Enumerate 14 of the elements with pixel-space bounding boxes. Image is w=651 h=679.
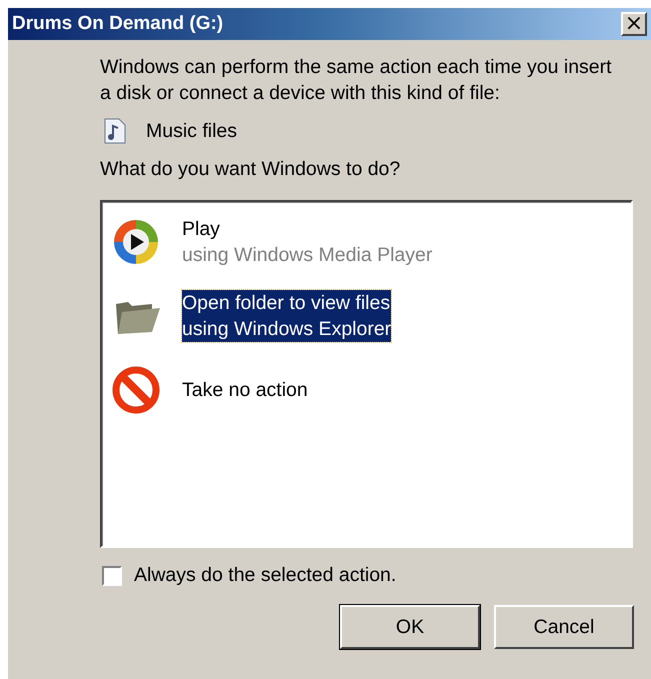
cancel-button[interactable]: Cancel	[494, 605, 634, 649]
intro-text: Windows can perform the same action each time you insert a disk or connect a device with this kind of file:	[100, 55, 613, 106]
action-item[interactable]: Open folder to view files using Windows Explorer	[182, 290, 392, 342]
prohibited-icon	[110, 364, 162, 416]
music-file-icon	[104, 118, 126, 144]
action-item[interactable]: Take no action	[182, 377, 308, 403]
ok-button[interactable]: OK	[340, 605, 480, 649]
close-button[interactable]: ×	[621, 12, 647, 36]
checkbox-label: Always do the selected action.	[134, 564, 396, 587]
window-title: Drums On Demand (G:)	[12, 13, 224, 35]
question-text: What do you want Windows to do?	[100, 157, 402, 182]
action-item[interactable]: Play using Windows Media Player	[182, 216, 432, 268]
file-type-label: Music files	[146, 120, 238, 142]
checkbox[interactable]	[102, 566, 122, 586]
